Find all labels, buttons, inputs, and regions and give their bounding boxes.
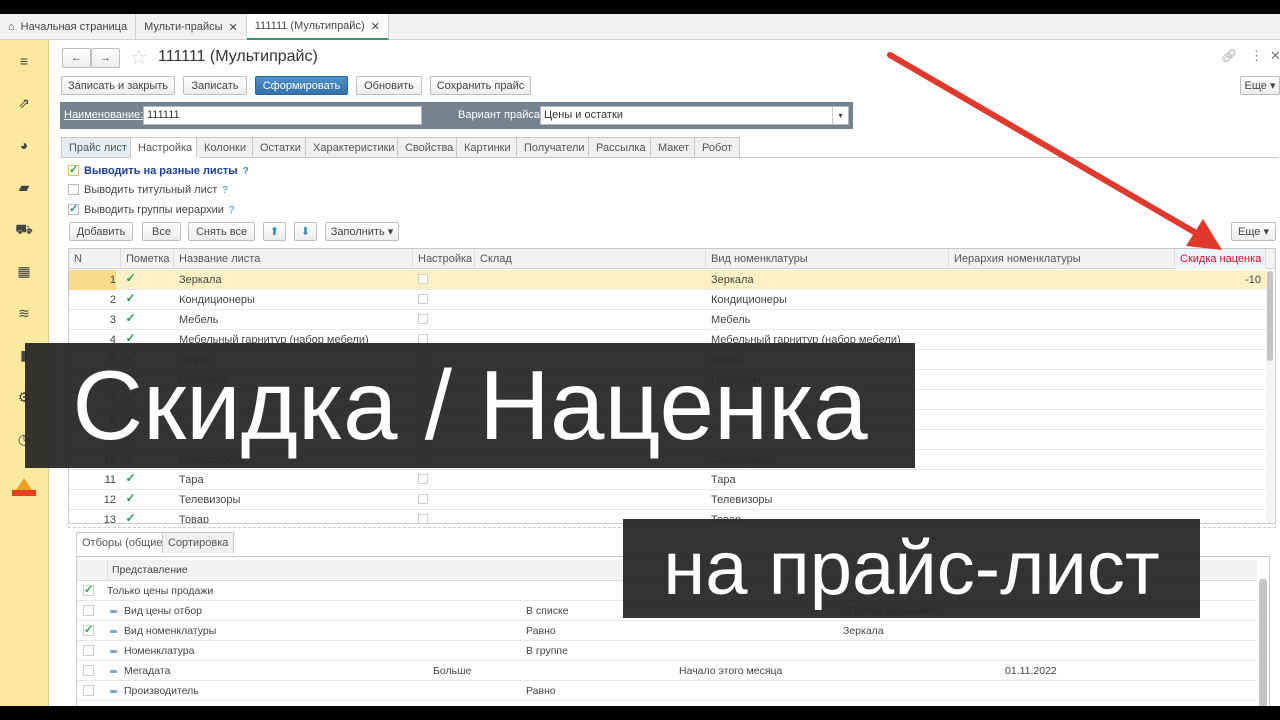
caption-line1: Скидка / Наценка bbox=[25, 343, 915, 468]
arrow-head bbox=[1186, 219, 1222, 250]
arrow-shaft bbox=[887, 52, 1199, 236]
caption-line2: на прайс-лист bbox=[623, 519, 1200, 618]
